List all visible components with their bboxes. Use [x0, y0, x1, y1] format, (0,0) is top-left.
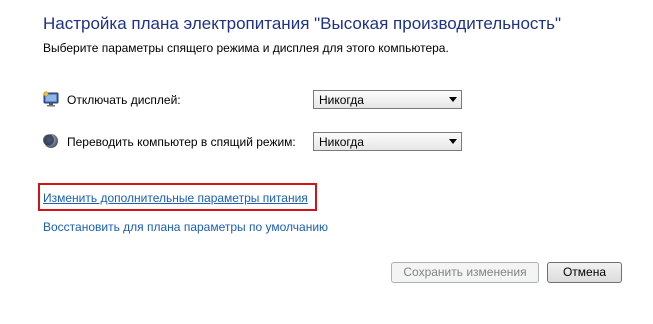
- display-off-value: Никогда: [319, 93, 364, 107]
- restore-defaults-link[interactable]: Восстановить для плана параметры по умол…: [43, 220, 328, 234]
- page-subtitle: Выберите параметры спящего режима и дисп…: [43, 41, 449, 55]
- display-off-select[interactable]: Никогда: [313, 90, 462, 109]
- sleep-value: Никогда: [319, 135, 364, 149]
- chevron-down-icon: [449, 139, 457, 144]
- advanced-settings-link[interactable]: Изменить дополнительные параметры питани…: [43, 191, 308, 205]
- chevron-down-icon: [449, 97, 457, 102]
- cancel-button[interactable]: Отмена: [547, 262, 622, 283]
- moon-icon: [43, 133, 59, 149]
- sleep-label: Переводить компьютер в спящий режим:: [67, 135, 296, 149]
- page-title: Настройка плана электропитания "Высокая …: [43, 14, 562, 33]
- save-button[interactable]: Сохранить изменения: [391, 262, 539, 283]
- display-off-label: Отключать дисплей:: [67, 93, 181, 107]
- monitor-icon: [43, 91, 59, 107]
- sleep-select[interactable]: Никогда: [313, 132, 462, 151]
